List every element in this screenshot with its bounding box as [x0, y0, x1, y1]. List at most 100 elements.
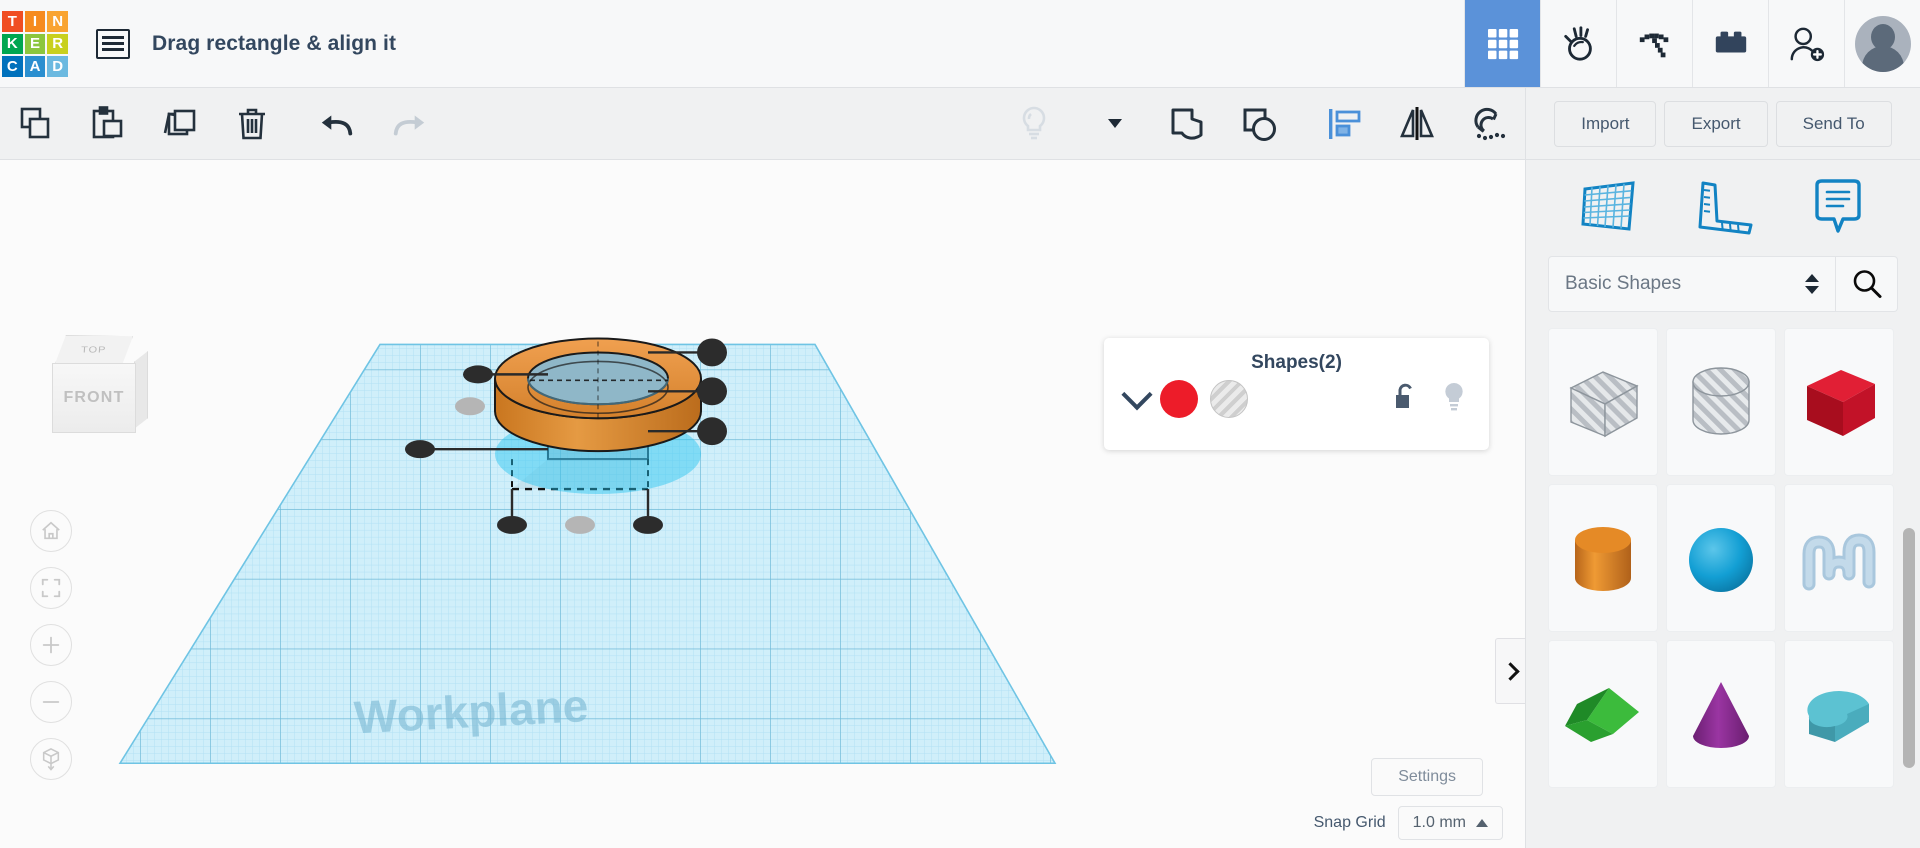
ruler-tool-icon[interactable]: [1694, 179, 1756, 237]
snap-grid-select[interactable]: 1.0 mm: [1397, 806, 1503, 840]
snap-grid-label: Snap Grid: [1313, 814, 1386, 831]
snap-grid-value: 1.0 mm: [1412, 814, 1466, 831]
ungroup-icon[interactable]: [1224, 88, 1296, 160]
grid-apps-icon[interactable]: [1464, 0, 1540, 87]
pickaxe-icon[interactable]: [1616, 0, 1692, 87]
shape-library-grid: [1548, 328, 1904, 848]
view-nav-buttons: [30, 510, 72, 780]
logo-tile-t: T: [2, 11, 23, 32]
shape-tile-box-hole[interactable]: [1548, 328, 1658, 476]
copy-icon[interactable]: [0, 88, 72, 160]
logo-tile-i: I: [24, 11, 46, 32]
3d-canvas[interactable]: Workplane TOP FRONT Shapes(2) Settings S…: [0, 160, 1525, 848]
view-cube-side[interactable]: [134, 351, 148, 429]
chevron-right-icon: [1501, 661, 1520, 681]
panel-collapse-handle[interactable]: [1495, 638, 1525, 704]
undo-icon[interactable]: [301, 88, 373, 160]
export-button[interactable]: Export: [1664, 100, 1768, 147]
view-tools-group: [998, 88, 1525, 159]
scrollbar-thumb[interactable]: [1903, 528, 1915, 768]
chevron-down-icon[interactable]: [1091, 88, 1139, 160]
solid-color-swatch[interactable]: [1160, 380, 1198, 418]
title-zone: Drag rectangle & align it: [70, 0, 1464, 87]
align-handles[interactable]: [405, 338, 727, 534]
lightbulb-icon[interactable]: [1441, 381, 1467, 418]
right-panel: Basic Shapes: [1525, 160, 1920, 848]
shape-tile-cylinder[interactable]: [1548, 484, 1658, 632]
main-toolbar: Import Export Send To: [0, 88, 1920, 160]
top-bar: T I N K E R C A D Drag rectangle & align…: [0, 0, 1920, 88]
paste-icon[interactable]: [72, 88, 144, 160]
group-icon[interactable]: [1152, 88, 1224, 160]
chevron-down-icon[interactable]: [1121, 379, 1153, 411]
settings-button[interactable]: Settings: [1371, 758, 1483, 796]
view-cube-front-label: FRONT: [63, 389, 125, 406]
workplane-scene: Workplane: [118, 337, 1057, 765]
logo-tile-k: K: [2, 33, 23, 55]
logo-tile-c: C: [2, 56, 23, 77]
zoom-in-icon[interactable]: [30, 624, 72, 666]
unlock-icon[interactable]: [1391, 382, 1419, 417]
search-button[interactable]: [1836, 256, 1898, 312]
list-menu-icon[interactable]: [96, 28, 130, 59]
caret-up-icon: [1476, 819, 1488, 827]
tinkercad-app: T I N K E R C A D Drag rectangle & align…: [0, 0, 1920, 848]
redo-icon[interactable]: [373, 88, 445, 160]
mirror-icon[interactable]: [1381, 88, 1453, 160]
shape-tile-cone[interactable]: [1666, 640, 1776, 788]
edit-tools-group: [0, 88, 445, 159]
avatar[interactable]: [1844, 0, 1920, 87]
shape-tile-scribble[interactable]: [1784, 484, 1894, 632]
hole-box-shape[interactable]: [511, 372, 649, 491]
shape-library-scrollbar[interactable]: [1903, 528, 1915, 848]
tinkercad-logo[interactable]: T I N K E R C A D: [0, 9, 70, 79]
home-view-icon[interactable]: [30, 510, 72, 552]
shapes-panel-title: Shapes(2): [1251, 352, 1342, 373]
shape-tile-roof[interactable]: [1784, 640, 1894, 788]
orange-ring-shape[interactable]: [494, 337, 702, 495]
view-cube-top-label: TOP: [80, 345, 108, 355]
fit-to-view-icon[interactable]: [30, 567, 72, 609]
shape-tile-cylinder-hole[interactable]: [1666, 328, 1776, 476]
shapes-panel-row: [1104, 379, 1489, 418]
delete-icon[interactable]: [216, 88, 288, 160]
logo-tile-n: N: [47, 11, 68, 32]
duplicate-icon[interactable]: [144, 88, 216, 160]
add-person-icon[interactable]: [1768, 0, 1844, 87]
logo-tile-e: E: [24, 33, 46, 55]
logo-tile-d: D: [47, 56, 68, 77]
shape-tile-sphere[interactable]: [1666, 484, 1776, 632]
logo-tile-r: R: [47, 33, 68, 55]
workplane-label: Workplane: [353, 679, 590, 743]
zoom-out-icon[interactable]: [30, 681, 72, 723]
hole-swatch[interactable]: [1210, 380, 1248, 418]
gesture-hand-icon[interactable]: [1540, 0, 1616, 87]
view-cube-front[interactable]: FRONT: [52, 363, 136, 433]
shape-tile-pyramid[interactable]: [1548, 640, 1658, 788]
shape-library-controls: Basic Shapes: [1526, 256, 1920, 312]
shape-tile-box[interactable]: [1784, 328, 1894, 476]
shapes-panel: Shapes(2): [1104, 338, 1489, 450]
snap-grid-row: Snap Grid 1.0 mm: [1314, 806, 1503, 840]
view-cube[interactable]: TOP FRONT: [42, 335, 148, 445]
page-title: Drag rectangle & align it: [152, 31, 397, 55]
lego-brick-icon[interactable]: [1692, 0, 1768, 87]
send-to-button[interactable]: Send To: [1775, 100, 1892, 147]
shape-library-select[interactable]: Basic Shapes: [1548, 256, 1836, 312]
file-actions-group: Import Export Send To: [1525, 88, 1920, 159]
notes-tool-icon[interactable]: [1809, 179, 1867, 237]
magnet-snap-icon[interactable]: [1453, 88, 1525, 160]
perspective-toggle-icon[interactable]: [30, 738, 72, 780]
view-cube-top[interactable]: TOP: [55, 335, 133, 365]
lightbulb-icon[interactable]: [998, 88, 1070, 160]
spinner-arrows-icon: [1805, 274, 1819, 294]
workplane-tool-icon[interactable]: [1579, 179, 1641, 237]
workspace-row: Workplane TOP FRONT Shapes(2) Settings S…: [0, 160, 1920, 848]
top-icon-group: [1464, 0, 1920, 87]
align-icon[interactable]: [1309, 88, 1381, 160]
import-button[interactable]: Import: [1554, 100, 1657, 147]
shape-library-value: Basic Shapes: [1565, 273, 1682, 294]
avatar-image: [1854, 15, 1911, 72]
right-panel-tools: [1526, 160, 1920, 256]
workplane-grid: Workplane: [118, 343, 1057, 765]
